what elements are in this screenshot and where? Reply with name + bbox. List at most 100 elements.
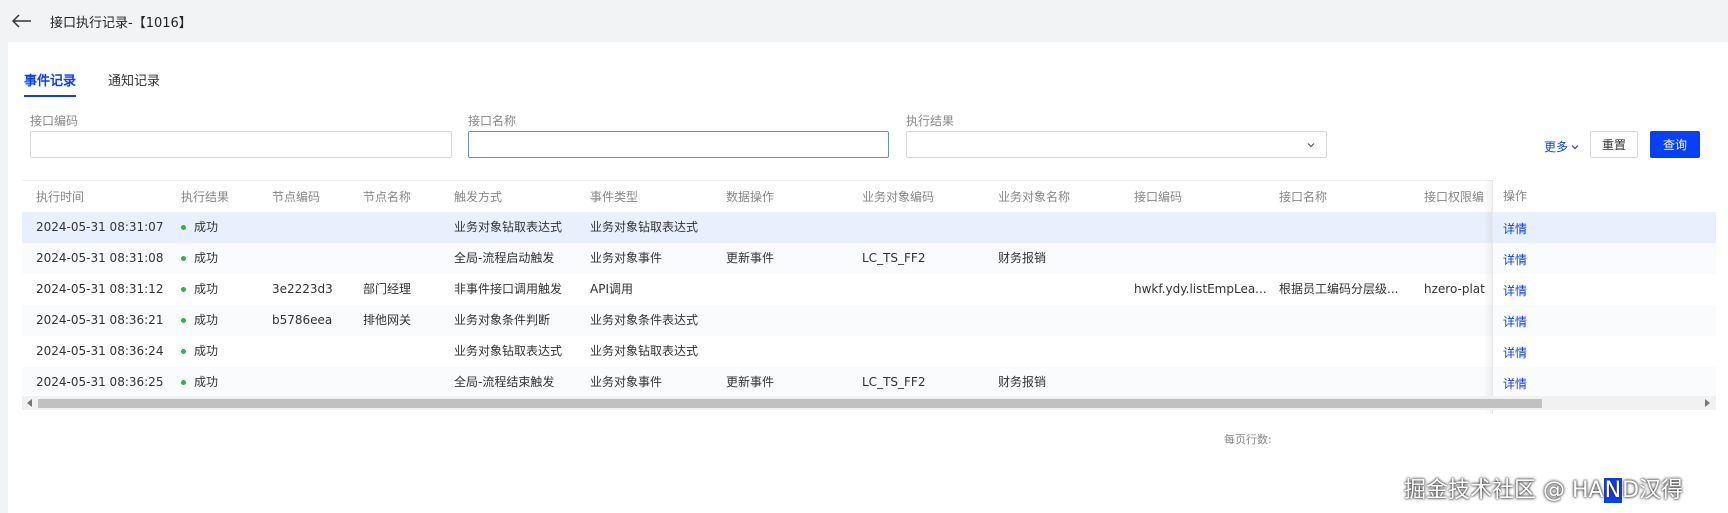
back-arrow-icon[interactable]: [12, 11, 36, 31]
detail-link[interactable]: 详情: [1503, 214, 1527, 245]
cell-business-object-code: LC_TS_FF2: [862, 251, 926, 265]
page-header: 接口执行记录-【1016】: [0, 0, 1728, 42]
interface-code-label: 接口编码: [30, 114, 79, 128]
scroll-left-icon[interactable]: [25, 398, 35, 408]
status-dot-icon: [181, 318, 186, 323]
tab-event-records[interactable]: 事件记录: [24, 70, 77, 97]
cell-execution-result: 成功: [181, 212, 218, 243]
col-event-type: 事件类型: [590, 190, 639, 204]
col-trigger-mode: 触发方式: [454, 190, 503, 204]
col-data-operation: 数据操作: [726, 190, 775, 204]
watermark-text-c: D汉得: [1622, 478, 1684, 503]
col-interface-permission: 接口权限编: [1424, 190, 1485, 204]
status-dot-icon: [181, 380, 186, 385]
scroll-right-icon[interactable]: [1702, 398, 1712, 408]
watermark-text-b: N: [1603, 478, 1623, 503]
more-filters-label: 更多: [1544, 140, 1569, 154]
horizontal-scrollbar[interactable]: [22, 396, 1716, 410]
page-size-label: 每页行数:: [1224, 433, 1272, 446]
execution-result-label: 执行结果: [906, 114, 955, 128]
cell-execution-result: 成功: [181, 243, 218, 274]
chevron-down-icon: [1571, 144, 1579, 149]
col-business-object-code: 业务对象编码: [862, 190, 935, 204]
tab-notification-records[interactable]: 通知记录: [108, 70, 160, 97]
interface-code-input[interactable]: [30, 131, 452, 158]
tab-bar: 事件记录 通知记录: [24, 70, 160, 97]
cell-trigger-mode: 全局-流程结束触发: [454, 375, 555, 389]
detail-link[interactable]: 详情: [1503, 338, 1527, 369]
table-row[interactable]: 2024-05-31 08:36:24 成功 业务对象钻取表达式 业务对象钻取表达式: [22, 336, 1716, 367]
cell-interface-code: hwkf.ydy.listEmpLea...: [1134, 282, 1267, 296]
cell-data-operation: 更新事件: [726, 375, 775, 389]
table-row[interactable]: 2024-05-31 08:31:07 成功 业务对象钻取表达式 业务对象钻取表达式: [22, 212, 1716, 243]
col-execution-result: 执行结果: [181, 190, 230, 204]
cell-node-code: 3e2223d3: [272, 282, 333, 296]
interface-name-input[interactable]: [468, 131, 889, 158]
status-dot-icon: [181, 256, 186, 261]
col-interface-name: 接口名称: [1279, 190, 1328, 204]
scrollbar-thumb[interactable]: [38, 399, 1542, 408]
query-button[interactable]: 查询: [1650, 131, 1700, 158]
cell-interface-permission: hzero-plat: [1424, 282, 1485, 296]
cell-trigger-mode: 全局-流程启动触发: [454, 251, 555, 265]
col-business-object-name: 业务对象名称: [998, 190, 1071, 204]
status-dot-icon: [181, 287, 186, 292]
cell-event-type: API调用: [590, 282, 633, 296]
more-filters-button[interactable]: 更多: [1544, 138, 1580, 155]
status-dot-icon: [181, 225, 186, 230]
interface-name-label: 接口名称: [468, 114, 517, 128]
chevron-down-icon: [1307, 143, 1315, 148]
cell-execution-time: 2024-05-31 08:36:24: [36, 344, 164, 358]
cell-trigger-mode: 非事件接口调用触发: [454, 282, 563, 296]
detail-link[interactable]: 详情: [1503, 245, 1527, 276]
status-text: 成功: [194, 282, 219, 296]
cell-trigger-mode: 业务对象钻取表达式: [454, 220, 563, 234]
table-row[interactable]: 2024-05-31 08:36:25 成功 全局-流程结束触发 业务对象事件 更新事件…: [22, 367, 1716, 398]
detail-link[interactable]: 详情: [1503, 276, 1527, 307]
col-operation: 操作: [1503, 189, 1528, 203]
cell-execution-result: 成功: [181, 367, 218, 398]
cell-execution-time: 2024-05-31 08:31:07: [36, 220, 164, 234]
status-text: 成功: [194, 251, 219, 265]
cell-execution-time: 2024-05-31 08:36:25: [36, 375, 164, 389]
cell-execution-time: 2024-05-31 08:31:12: [36, 282, 164, 296]
cell-business-object-code: LC_TS_FF2: [862, 375, 926, 389]
cell-event-type: 业务对象钻取表达式: [590, 220, 699, 234]
cell-execution-time: 2024-05-31 08:36:21: [36, 313, 164, 327]
cell-interface-name: 根据员工编码分层级...: [1279, 282, 1399, 296]
cell-node-name: 排他网关: [363, 313, 412, 327]
cell-execution-result: 成功: [181, 274, 218, 305]
cell-execution-time: 2024-05-31 08:31:08: [36, 251, 164, 265]
cell-event-type: 业务对象事件: [590, 251, 663, 265]
status-text: 成功: [194, 220, 219, 234]
operation-column: 操作 详情 详情 详情 详情 详情 详情: [1492, 180, 1716, 414]
status-text: 成功: [194, 313, 219, 327]
cell-execution-result: 成功: [181, 305, 218, 336]
detail-link[interactable]: 详情: [1503, 307, 1527, 338]
cell-execution-result: 成功: [181, 336, 218, 367]
watermark-text-a: 掘金技术社区 @ HA: [1404, 478, 1604, 503]
cell-event-type: 业务对象钻取表达式: [590, 344, 699, 358]
table-row[interactable]: 2024-05-31 08:31:12 成功 3e2223d3 部门经理 非事件接口调用…: [22, 274, 1716, 305]
table-header: 执行时间 执行结果 节点编码 节点名称 触发方式 事件类型 数据操作 业务对象编…: [22, 180, 1716, 212]
status-dot-icon: [181, 349, 186, 354]
execution-result-select[interactable]: [906, 131, 1327, 158]
table-row[interactable]: 2024-05-31 08:36:21 成功 b5786eea 排他网关 业务对象条件判…: [22, 305, 1716, 336]
cell-trigger-mode: 业务对象钻取表达式: [454, 344, 563, 358]
cell-business-object-name: 财务报销: [998, 375, 1047, 389]
status-text: 成功: [194, 375, 219, 389]
cell-trigger-mode: 业务对象条件判断: [454, 313, 551, 327]
watermark: 掘金技术社区 @ HAND汉得: [1404, 472, 1683, 504]
col-interface-code: 接口编码: [1134, 190, 1183, 204]
cell-node-name: 部门经理: [363, 282, 412, 296]
table-row[interactable]: 2024-05-31 08:31:08 成功 全局-流程启动触发 业务对象事件 更新事件…: [22, 243, 1716, 274]
cell-node-code: b5786eea: [272, 313, 333, 327]
col-execution-time: 执行时间: [36, 190, 85, 204]
cell-event-type: 业务对象事件: [590, 375, 663, 389]
main-card: 事件记录 通知记录 接口编码 接口名称 执行结果 更多 重置 查询 执行时间 执…: [8, 42, 1728, 513]
reset-button[interactable]: 重置: [1590, 131, 1638, 158]
cell-event-type: 业务对象条件表达式: [590, 313, 699, 327]
col-node-code: 节点编码: [272, 190, 321, 204]
cell-business-object-name: 财务报销: [998, 251, 1047, 265]
page-title: 接口执行记录-【1016】: [50, 15, 192, 31]
